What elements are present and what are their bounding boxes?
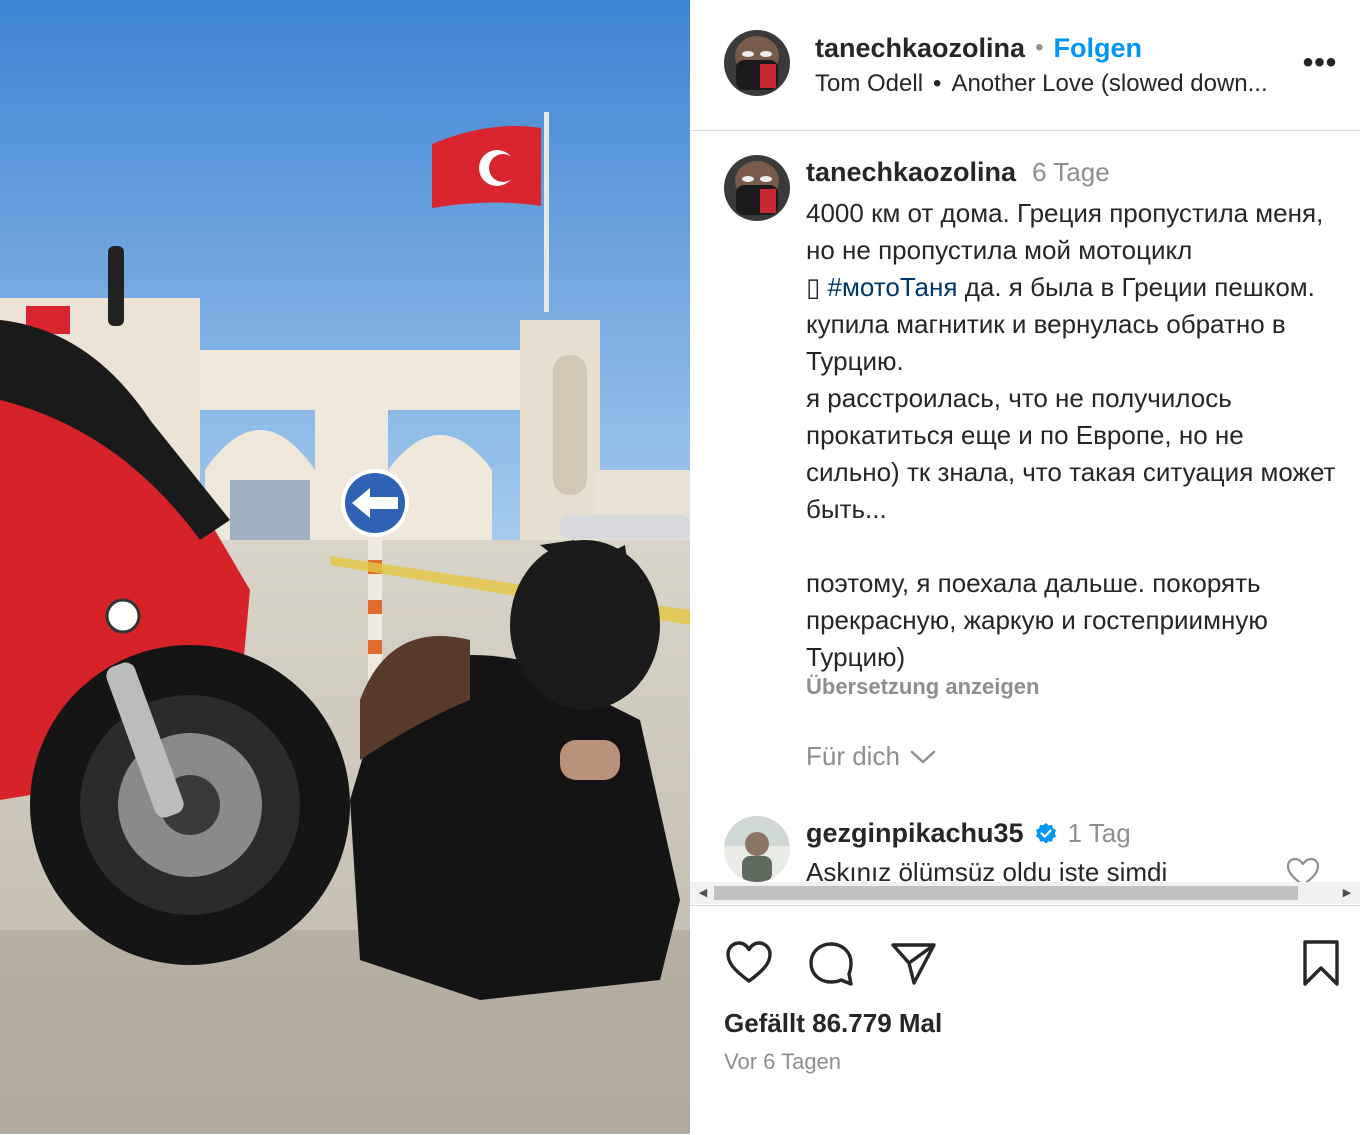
- chevron-down-icon: [910, 750, 936, 763]
- more-options-icon[interactable]: •••: [1300, 48, 1340, 78]
- commenter-avatar[interactable]: [724, 816, 790, 882]
- see-translation-link[interactable]: Übersetzung anzeigen: [806, 674, 1039, 700]
- separator-dot: •: [933, 70, 942, 97]
- audio-title[interactable]: Another Love (slowed down...: [951, 70, 1267, 98]
- comments-section[interactable]: tanechkaozolina 6 Tage 4000 км от дома. …: [690, 131, 1360, 889]
- separator-dot: •: [1035, 34, 1044, 61]
- horizontal-scrollbar[interactable]: ◀ ▶: [690, 882, 1360, 904]
- caption-age[interactable]: 6 Tage: [1032, 157, 1110, 188]
- caption-author-username[interactable]: tanechkaozolina: [806, 157, 1016, 188]
- comment-age[interactable]: 1 Tag: [1068, 818, 1131, 849]
- scrollbar-thumb[interactable]: [714, 886, 1298, 900]
- post-media[interactable]: [0, 0, 690, 1134]
- for-you-dropdown[interactable]: Für dich: [806, 741, 936, 772]
- comment-icon[interactable]: [806, 938, 856, 988]
- emoji-placeholder: ▯: [806, 272, 821, 302]
- post-timestamp[interactable]: Vor 6 Tagen: [724, 1049, 841, 1075]
- author-avatar[interactable]: [724, 30, 790, 96]
- bookmark-icon[interactable]: [1296, 938, 1346, 988]
- verified-badge-icon: [1035, 822, 1056, 844]
- like-count[interactable]: Gefällt 86.779 Mal: [724, 1008, 942, 1039]
- audio-artist[interactable]: Tom Odell: [815, 70, 923, 98]
- heart-icon[interactable]: [724, 938, 774, 988]
- send-icon[interactable]: [888, 938, 938, 988]
- caption-author-avatar[interactable]: [724, 155, 790, 221]
- post-photo: [0, 0, 690, 1134]
- author-username[interactable]: tanechkaozolina: [815, 33, 1025, 64]
- for-you-label: Für dich: [806, 741, 900, 771]
- post-side-panel: tanechkaozolina • Folgen Tom Odell • Ano…: [690, 0, 1360, 1134]
- caption-line3: поэтому, я поехала дальше. покорять прек…: [806, 568, 1268, 672]
- follow-button[interactable]: Folgen: [1053, 33, 1142, 64]
- commenter-username[interactable]: gezginpikachu35: [806, 818, 1024, 849]
- scroll-left-icon[interactable]: ◀: [694, 884, 712, 902]
- post-header: tanechkaozolina • Folgen Tom Odell • Ano…: [690, 0, 1360, 131]
- post-actions: Gefällt 86.779 Mal Vor 6 Tagen: [690, 905, 1360, 1135]
- caption-text: 4000 км от дома. Греция пропустила меня,…: [806, 195, 1336, 676]
- audio-link[interactable]: Tom Odell • Another Love (slowed down...: [815, 70, 1268, 98]
- scroll-right-icon[interactable]: ▶: [1338, 884, 1356, 902]
- caption-line1: 4000 км от дома. Греция пропустила меня,…: [806, 198, 1324, 265]
- caption-line2: я расстроилась, что не получилось прокат…: [806, 383, 1336, 524]
- hashtag-link[interactable]: #мотоТаня: [828, 272, 958, 302]
